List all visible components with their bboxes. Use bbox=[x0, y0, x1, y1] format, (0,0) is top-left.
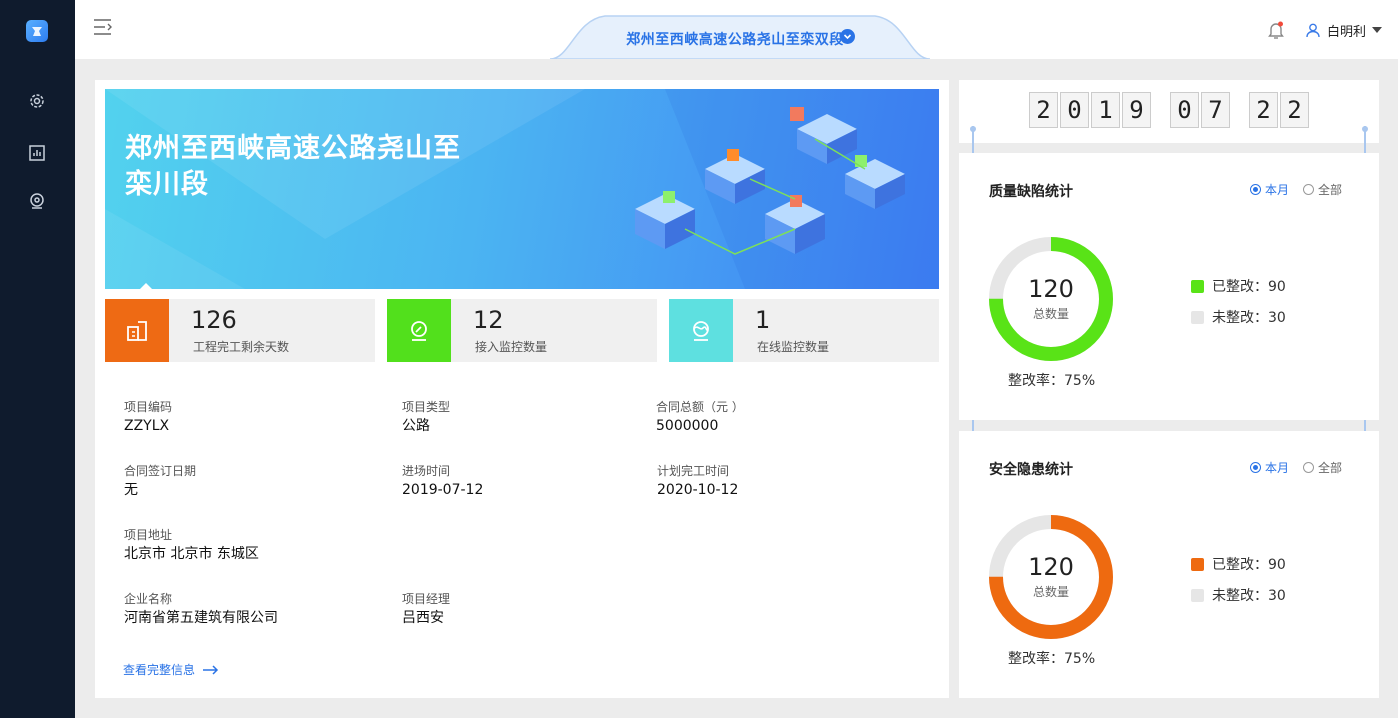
project-banner: 郑州至西峡高速公路尧山至栾川段 bbox=[105, 89, 939, 289]
field-label: 合同总额（元 ） bbox=[656, 400, 744, 414]
radio-this-month[interactable]: 本月 bbox=[1250, 181, 1289, 198]
stat-value: 126 bbox=[191, 306, 237, 334]
radio-all[interactable]: 全部 bbox=[1303, 459, 1342, 476]
sidebar bbox=[0, 0, 75, 718]
stat-online-cameras: 1 在线监控数量 bbox=[669, 299, 939, 362]
field-label: 项目地址 bbox=[124, 528, 173, 542]
stat-remaining-days: 126 工程完工剩余天数 bbox=[105, 299, 375, 362]
date-digit: 2 bbox=[1249, 92, 1278, 128]
fix-rate: 整改率：75% bbox=[1008, 373, 1096, 389]
quality-defect-card: 质量缺陷统计 本月 全部 120 总数量 整改率：75% 已整改：90 未整改：… bbox=[959, 153, 1379, 420]
field-project-type: 项目类型 公路 bbox=[402, 399, 450, 437]
chart-icon[interactable] bbox=[28, 144, 46, 162]
stat-value: 12 bbox=[473, 306, 504, 334]
field-company: 企业名称 河南省第五建筑有限公司 bbox=[124, 591, 278, 629]
card-title: 安全隐患统计 bbox=[989, 462, 1073, 478]
field-manager: 项目经理 吕西安 bbox=[402, 591, 450, 629]
field-value: 吕西安 bbox=[402, 610, 444, 626]
date-digit: 0 bbox=[1170, 92, 1199, 128]
field-value: ZZYLX bbox=[124, 418, 170, 434]
legend-swatch bbox=[1191, 588, 1204, 602]
field-label: 合同签订日期 bbox=[124, 464, 197, 478]
top-bar: 郑州至西峡高速公路尧山至栾双段 白明利 bbox=[75, 0, 1398, 59]
banner-pointer-icon bbox=[138, 283, 154, 291]
field-value: 2020-10-12 bbox=[657, 482, 739, 498]
legend-fixed: 已整改：90 bbox=[1191, 276, 1286, 296]
view-full-info-label: 查看完整信息 bbox=[123, 663, 196, 677]
settings-gear-icon[interactable] bbox=[28, 92, 46, 110]
legend-label: 已整改：90 bbox=[1212, 279, 1286, 295]
period-radio-group: 本月 全部 bbox=[1250, 181, 1342, 198]
legend-unfixed: 未整改：30 bbox=[1191, 585, 1286, 605]
caret-down-icon bbox=[1372, 27, 1383, 33]
date-digit: 0 bbox=[1060, 92, 1089, 128]
donut-total-label: 总数量 bbox=[1032, 585, 1069, 599]
field-label: 进场时间 bbox=[402, 464, 451, 478]
legend-label: 未整改：30 bbox=[1212, 588, 1286, 604]
project-selector-label: 郑州至西峡高速公路尧山至栾双段 bbox=[626, 32, 844, 48]
field-value: 北京市 北京市 东城区 bbox=[124, 546, 259, 562]
project-overview-card: 郑州至西峡高速公路尧山至栾川段 126 工程完工剩余天数 12 接入监控数量 1… bbox=[95, 80, 949, 698]
field-entry-time: 进场时间 2019-07-12 bbox=[402, 463, 483, 501]
stat-label: 工程完工剩余天数 bbox=[193, 340, 290, 354]
stat-label: 在线监控数量 bbox=[757, 340, 830, 354]
arrow-right-icon bbox=[203, 664, 219, 675]
notification-bell-icon[interactable] bbox=[1267, 20, 1285, 40]
card-title: 质量缺陷统计 bbox=[989, 184, 1073, 200]
period-radio-group: 本月 全部 bbox=[1250, 459, 1342, 476]
safety-hazard-card: 安全隐患统计 本月 全部 120 总数量 整改率：75% 已整改：90 未整改：… bbox=[959, 431, 1379, 698]
date-digit: 1 bbox=[1091, 92, 1120, 128]
donut-total: 120 bbox=[1028, 553, 1074, 581]
user-avatar-icon bbox=[1306, 23, 1320, 38]
menu-toggle-icon[interactable] bbox=[93, 18, 113, 36]
field-value: 无 bbox=[124, 482, 138, 498]
legend-swatch bbox=[1191, 310, 1204, 324]
date-digit: 2 bbox=[1280, 92, 1309, 128]
monitor-camera-icon[interactable] bbox=[28, 192, 46, 210]
stat-value: 1 bbox=[755, 306, 771, 334]
online-monitor-icon bbox=[669, 299, 733, 362]
field-address: 项目地址 北京市 北京市 东城区 bbox=[124, 527, 259, 565]
legend-unfixed: 未整改：30 bbox=[1191, 307, 1286, 327]
date-digit: 2 bbox=[1029, 92, 1058, 128]
field-value: 2019-07-12 bbox=[402, 482, 484, 498]
date-digit: 7 bbox=[1201, 92, 1230, 128]
building-icon bbox=[105, 299, 169, 362]
user-menu[interactable]: 白明利 bbox=[1305, 20, 1383, 40]
field-label: 项目编码 bbox=[124, 400, 173, 414]
field-label: 项目经理 bbox=[402, 592, 451, 606]
stat-connected-cameras: 12 接入监控数量 bbox=[387, 299, 657, 362]
fix-rate: 整改率：75% bbox=[1008, 651, 1096, 667]
project-selector[interactable]: 郑州至西峡高速公路尧山至栾双段 bbox=[550, 12, 930, 59]
donut-total-label: 总数量 bbox=[1032, 307, 1069, 321]
app-logo-icon[interactable] bbox=[26, 20, 48, 42]
legend-label: 未整改：30 bbox=[1212, 310, 1286, 326]
chevron-down-icon[interactable] bbox=[840, 29, 855, 44]
field-value: 公路 bbox=[402, 418, 430, 434]
legend-swatch bbox=[1191, 279, 1204, 293]
field-project-code: 项目编码 ZZYLX bbox=[124, 399, 172, 437]
field-label: 计划完工时间 bbox=[657, 464, 730, 478]
radio-all[interactable]: 全部 bbox=[1303, 181, 1342, 198]
radio-this-month[interactable]: 本月 bbox=[1250, 459, 1289, 476]
field-value: 5000000 bbox=[656, 418, 719, 434]
camera-icon bbox=[387, 299, 451, 362]
user-name: 白明利 bbox=[1327, 24, 1367, 40]
view-full-info-link[interactable]: 查看完整信息 bbox=[123, 661, 219, 678]
legend-swatch bbox=[1191, 557, 1204, 571]
field-sign-date: 合同签订日期 无 bbox=[124, 463, 196, 501]
date-display-card: 2 0 1 9 0 7 2 2 bbox=[959, 80, 1379, 143]
donut-total: 120 bbox=[1028, 275, 1074, 303]
field-contract-amount: 合同总额（元 ） 5000000 bbox=[656, 399, 744, 437]
legend-fixed: 已整改：90 bbox=[1191, 554, 1286, 574]
stat-label: 接入监控数量 bbox=[475, 340, 548, 354]
banner-title: 郑州至西峡高速公路尧山至栾川段 bbox=[125, 133, 461, 200]
field-value: 河南省第五建筑有限公司 bbox=[124, 610, 278, 626]
field-planned-finish: 计划完工时间 2020-10-12 bbox=[657, 463, 738, 501]
legend-label: 已整改：90 bbox=[1212, 557, 1286, 573]
date-digit: 9 bbox=[1122, 92, 1151, 128]
field-label: 企业名称 bbox=[124, 592, 173, 606]
field-label: 项目类型 bbox=[402, 400, 451, 414]
